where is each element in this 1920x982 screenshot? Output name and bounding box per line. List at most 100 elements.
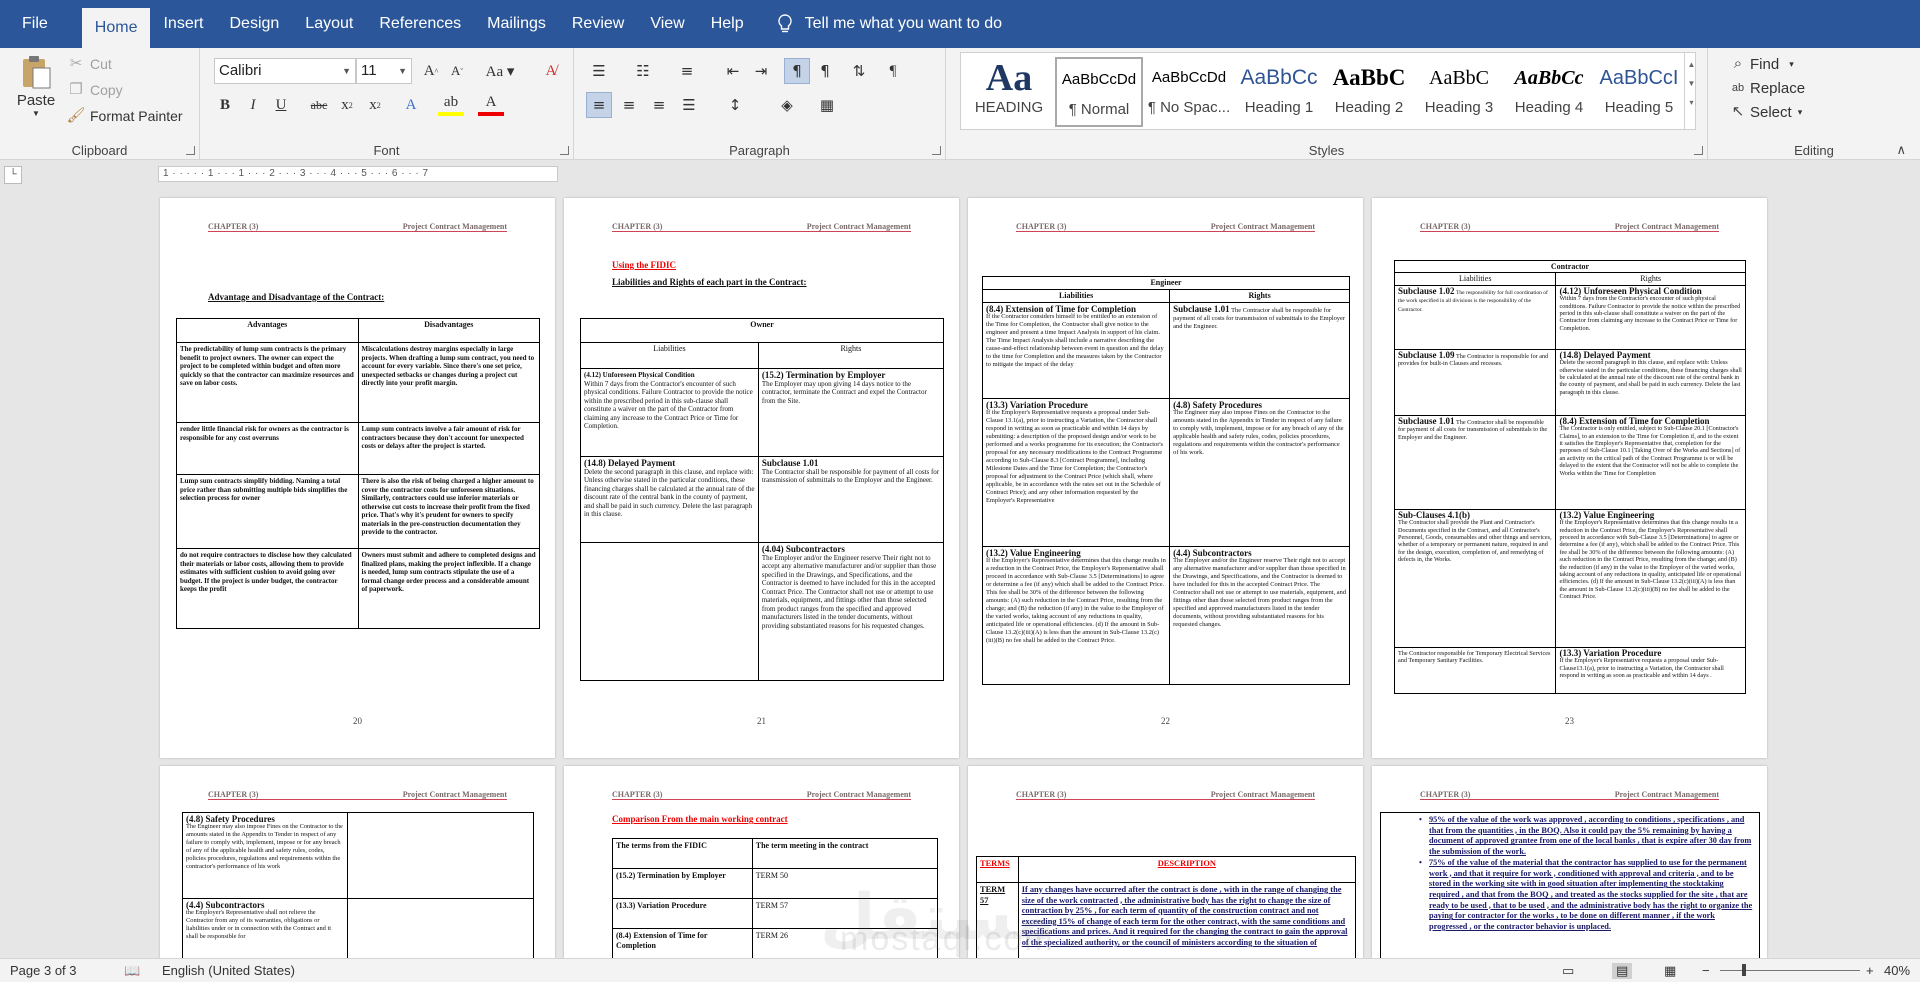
copy-button[interactable]: ❐ Copy — [66, 80, 122, 100]
highlight-button[interactable]: ab — [438, 92, 464, 116]
page-20[interactable]: CHAPTER (3) Project Contract Management A… — [160, 198, 555, 758]
paste-button[interactable]: Paste ▼ — [14, 54, 58, 134]
style-heading-3[interactable]: AaBbC Heading 3 — [1415, 57, 1503, 127]
web-layout-icon[interactable]: ▦ — [1664, 963, 1676, 979]
tab-review[interactable]: Review — [559, 0, 637, 48]
align-center-icon[interactable]: ≡ — [616, 92, 642, 118]
search-icon: ⌕ — [1733, 55, 1743, 72]
cut-button[interactable]: ✂ Cut — [66, 54, 112, 74]
proofing-icon[interactable]: 📖 — [124, 963, 140, 979]
superscript-button[interactable]: x2 — [362, 92, 388, 118]
underline-button[interactable]: U — [268, 92, 294, 118]
decrease-indent-icon[interactable]: ⇤ — [720, 58, 746, 84]
tab-stop-selector[interactable]: └ — [4, 166, 22, 184]
multilevel-list-icon[interactable]: ≡ — [674, 58, 700, 84]
clipboard-dialog-launcher[interactable] — [186, 146, 195, 155]
text-effects-button[interactable]: A — [398, 92, 424, 118]
bullets-icon[interactable]: ☰ — [586, 58, 612, 84]
style-name: Heading 1 — [1244, 99, 1314, 116]
page-24[interactable]: CHAPTER (3) Project Contract Management (… — [160, 766, 555, 958]
format-painter-button[interactable]: 🖌 Format Painter — [66, 106, 183, 126]
header-right: Project Contract Management — [806, 790, 911, 799]
align-right-icon[interactable]: ≡ — [646, 92, 672, 118]
more-styles-icon[interactable]: ▾ — [1685, 98, 1698, 107]
style-heading-5[interactable]: AaBbCcI Heading 5 — [1595, 57, 1683, 127]
page-27[interactable]: CHAPTER (3) Project Contract Management •… — [1372, 766, 1767, 958]
rtl-direction-icon[interactable]: ¶ — [812, 58, 838, 84]
editing-group-label: Editing — [1794, 143, 1834, 158]
style-heading-2[interactable]: AaBbC Heading 2 — [1325, 57, 1413, 127]
font-dialog-launcher[interactable] — [560, 146, 569, 155]
print-layout-icon[interactable]: ▤ — [1612, 963, 1633, 979]
find-button[interactable]: ⌕ Find ▾ — [1728, 54, 1794, 74]
justify-icon[interactable]: ☰ — [676, 92, 702, 118]
shading-icon[interactable]: ◈ — [774, 92, 800, 118]
numbering-icon[interactable]: ☷ — [630, 58, 656, 84]
clear-formatting-icon[interactable]: A̸ — [538, 58, 564, 84]
collapse-ribbon-icon[interactable]: ∧ — [1896, 142, 1906, 158]
style-heading-1[interactable]: AaBbCc Heading 1 — [1235, 57, 1323, 127]
engineer-table: Engineer Liabilities Rights (8.4) Extensi… — [981, 276, 1350, 685]
page-header: CHAPTER (3) Project Contract Management — [612, 222, 911, 232]
zoom-in-button[interactable]: + — [1866, 963, 1874, 978]
borders-icon[interactable]: ▦ — [814, 92, 840, 118]
horizontal-ruler[interactable]: 1 · · · · · 1 · · · 1 · · · 2 · · · 3 · … — [158, 166, 558, 182]
language-indicator[interactable]: English (United States) — [162, 963, 295, 978]
shrink-font-button[interactable]: Aˇ — [444, 58, 470, 84]
style-heading[interactable]: Aa HEADING — [965, 57, 1053, 127]
tab-design[interactable]: Design — [216, 0, 292, 48]
zoom-slider-thumb[interactable] — [1742, 964, 1746, 976]
replace-button[interactable]: ab Replace — [1728, 78, 1805, 98]
replace-icon: ab — [1731, 82, 1745, 94]
line-spacing-icon[interactable]: ↕ — [722, 92, 748, 118]
table-cell — [580, 542, 759, 681]
tab-layout[interactable]: Layout — [292, 0, 366, 48]
header-left: CHAPTER (3) — [1420, 790, 1471, 799]
tab-insert[interactable]: Insert — [150, 0, 216, 48]
tell-me-search[interactable]: Tell me what you want to do — [777, 0, 1002, 48]
styles-dialog-launcher[interactable] — [1694, 146, 1703, 155]
style-heading-4[interactable]: AaBbCc Heading 4 — [1505, 57, 1593, 127]
chevron-down-icon[interactable]: ▼ — [1685, 79, 1698, 88]
section-title: Comparison From the main working contrac… — [612, 814, 788, 824]
paragraph-dialog-launcher[interactable] — [932, 146, 941, 155]
read-mode-icon[interactable]: ▭ — [1562, 963, 1574, 979]
page-count[interactable]: Page 3 of 3 — [10, 963, 77, 978]
tab-view[interactable]: View — [637, 0, 697, 48]
styles-gallery-scroll[interactable]: ▲ ▼ ▾ — [1684, 52, 1698, 130]
tab-home[interactable]: Home — [81, 8, 151, 48]
grow-font-button[interactable]: A ^ — [418, 58, 444, 84]
select-button[interactable]: ↖ Select ▾ — [1728, 102, 1803, 122]
zoom-level[interactable]: 40% — [1884, 963, 1910, 978]
increase-indent-icon[interactable]: ⇥ — [748, 58, 774, 84]
page-22[interactable]: CHAPTER (3) Project Contract Management E… — [968, 198, 1363, 758]
strikethrough-button[interactable]: abc — [306, 92, 332, 118]
page-21[interactable]: CHAPTER (3) Project Contract Management U… — [564, 198, 959, 758]
ltr-direction-icon[interactable]: ¶ — [784, 58, 810, 84]
italic-button[interactable]: I — [240, 92, 266, 118]
page-23[interactable]: CHAPTER (3) Project Contract Management C… — [1372, 198, 1767, 758]
font-family-select[interactable]: Calibri ▼ — [214, 58, 356, 84]
align-left-icon[interactable]: ≡ — [586, 92, 612, 118]
font-color-button[interactable]: A — [478, 92, 504, 116]
header-left: CHAPTER (3) — [208, 222, 259, 231]
sort-icon[interactable]: ⇅ — [846, 58, 872, 84]
chevron-up-icon[interactable]: ▲ — [1685, 60, 1698, 69]
tab-file[interactable]: File — [0, 0, 68, 48]
tab-references[interactable]: References — [366, 0, 474, 48]
tab-mailings[interactable]: Mailings — [474, 0, 559, 48]
tab-help[interactable]: Help — [698, 0, 757, 48]
zoom-slider-track[interactable] — [1720, 970, 1860, 971]
zoom-out-button[interactable]: − — [1702, 963, 1710, 978]
bold-button[interactable]: B — [212, 92, 238, 118]
subscript-button[interactable]: x2 — [334, 92, 360, 118]
change-case-button[interactable]: Aa ▾ — [480, 58, 520, 84]
clause-text: The Employer and/or the Engineer reserve… — [1173, 557, 1347, 628]
style-normal[interactable]: AaBbCcDd ¶ Normal — [1055, 57, 1143, 127]
clause-text: The Employer may upon giving 14 days not… — [761, 379, 927, 405]
style-no-spacing[interactable]: AaBbCcDd ¶ No Spac... — [1145, 57, 1233, 127]
show-formatting-icon[interactable]: ¶ — [880, 58, 906, 84]
paste-label: Paste — [16, 92, 56, 109]
format-painter-label: Format Painter — [90, 108, 183, 124]
font-size-select[interactable]: 11 ▼ — [356, 58, 412, 84]
